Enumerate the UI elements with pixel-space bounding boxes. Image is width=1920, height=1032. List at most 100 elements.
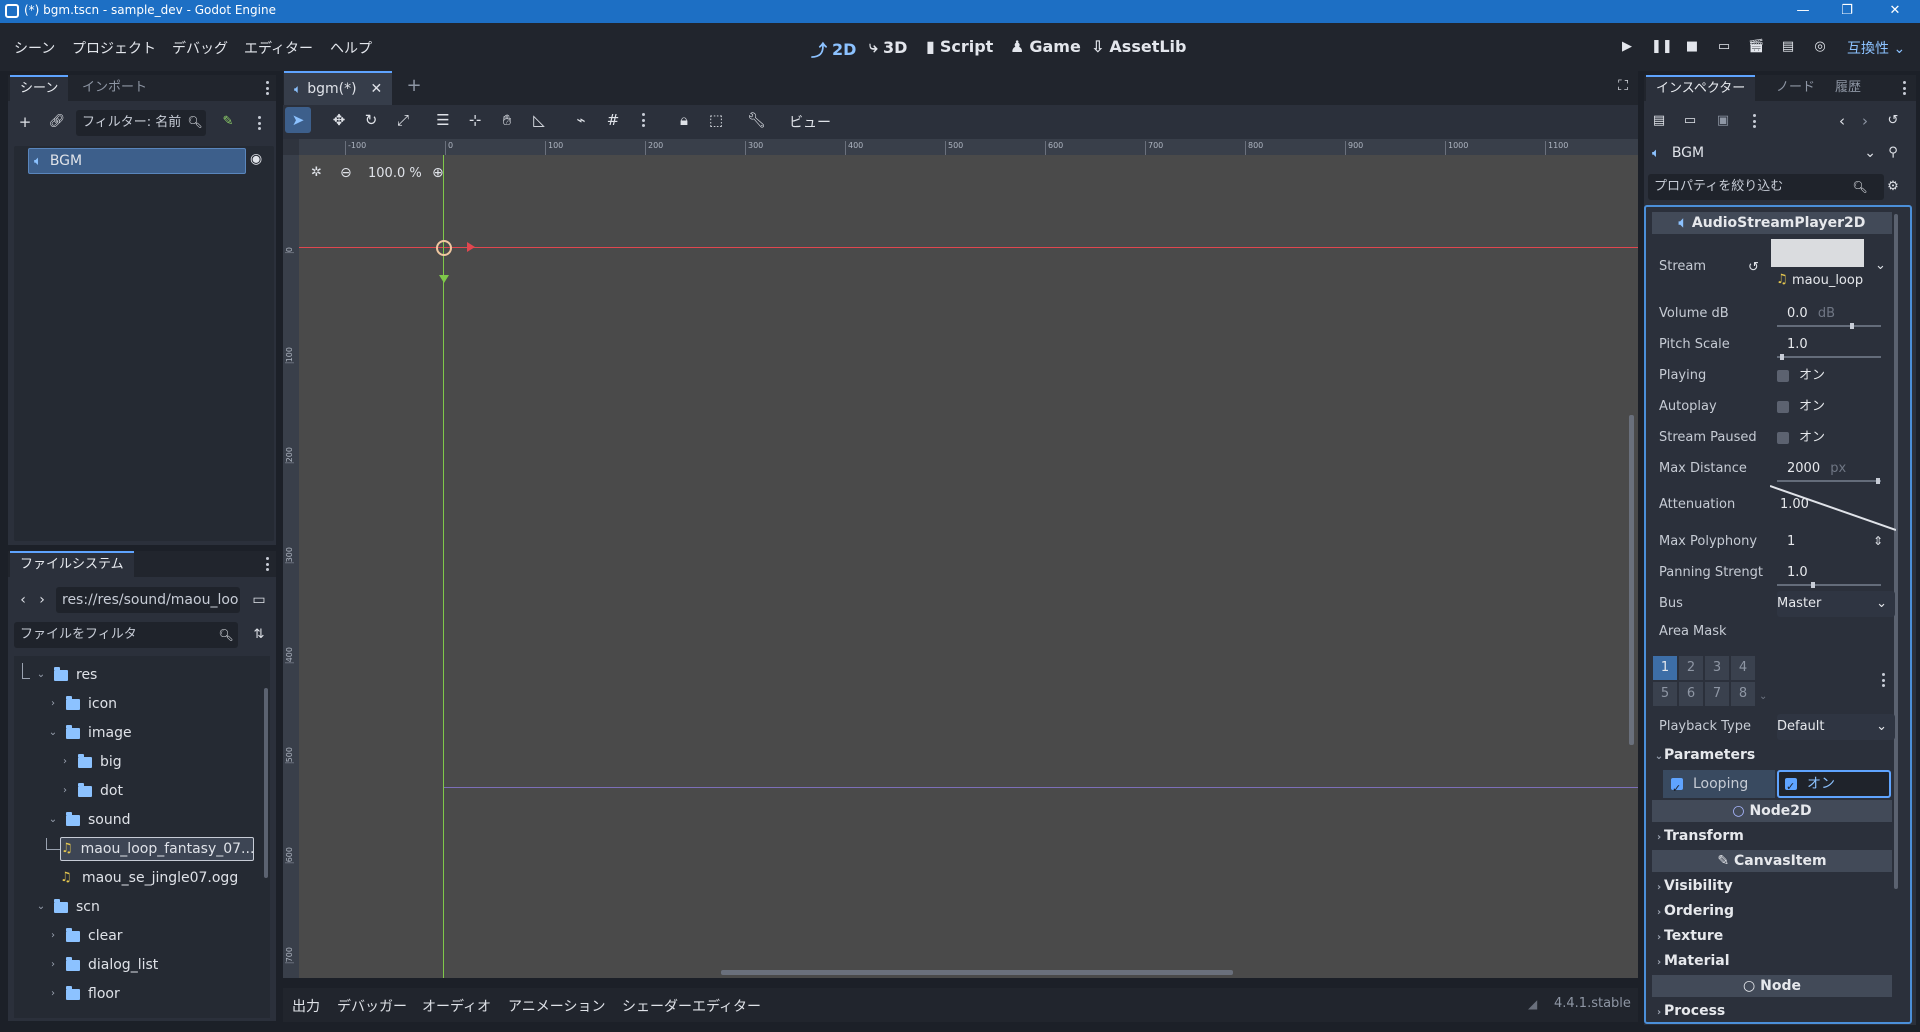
group-icon[interactable]: ⬚ xyxy=(707,111,725,129)
view-menu[interactable]: ビュー xyxy=(789,112,831,132)
panning-slider[interactable] xyxy=(1777,582,1881,588)
restore-button[interactable]: ❐ xyxy=(1827,0,1867,23)
tab-inspector[interactable]: インスペクター xyxy=(1646,75,1756,101)
filesystem-dock-menu-icon[interactable] xyxy=(266,557,270,571)
slider-grabber[interactable] xyxy=(1780,354,1785,360)
split-view-icon[interactable]: ▭ xyxy=(250,591,268,609)
section-transform[interactable]: › Transform xyxy=(1654,825,1892,847)
menu-project[interactable]: プロジェクト xyxy=(72,38,156,58)
section-process[interactable]: › Process xyxy=(1654,1000,1892,1022)
scene-dock-menu-icon[interactable] xyxy=(266,81,270,95)
area-mask-layer-5[interactable]: 5 xyxy=(1653,682,1677,706)
tab-output[interactable]: 出力 xyxy=(292,996,320,1016)
inspected-object-select[interactable]: 🔈︎ BGM ⌄ xyxy=(1648,140,1882,166)
property-filter-input[interactable]: プロパティを絞り込む xyxy=(1648,174,1884,200)
grid-snap-icon[interactable]: # xyxy=(604,111,622,129)
history-forward-icon[interactable]: › xyxy=(1856,112,1874,130)
chevron-right-icon[interactable]: › xyxy=(48,982,58,1006)
play-scene-icon[interactable]: 🎬︎ xyxy=(1748,39,1765,55)
looping-property[interactable]: Looping xyxy=(1663,770,1775,803)
select-tool-icon[interactable]: ➤ xyxy=(289,111,307,129)
section-ordering[interactable]: › Ordering xyxy=(1654,900,1892,922)
playing-checkbox[interactable]: オン xyxy=(1777,363,1895,389)
chevron-down-icon[interactable]: ⌄ xyxy=(36,895,46,919)
max-distance-slider[interactable] xyxy=(1777,478,1881,484)
pan-tool-icon[interactable]: ✋︎ xyxy=(498,111,516,129)
pause-icon[interactable]: ❚❚ xyxy=(1651,39,1673,55)
area-mask-layer-6[interactable]: 6 xyxy=(1679,682,1703,706)
object-params-icon[interactable]: ⚲ xyxy=(1884,144,1902,162)
looping-checkbox[interactable]: オン xyxy=(1777,770,1891,799)
x-gizmo-arrow[interactable] xyxy=(467,242,475,252)
visibility-eye-icon[interactable]: ◉ xyxy=(250,151,262,167)
scene-node-bgm[interactable]: 🔈︎ BGM xyxy=(28,148,246,174)
chevron-right-icon[interactable]: › xyxy=(48,953,58,977)
menu-help[interactable]: ヘルプ xyxy=(330,38,372,58)
chevron-right-icon[interactable]: › xyxy=(60,750,70,774)
move-tool-icon[interactable]: ✥ xyxy=(330,111,348,129)
rotate-tool-icon[interactable]: ↻ xyxy=(362,111,380,129)
chevron-right-icon[interactable]: › xyxy=(48,924,58,948)
link-icon[interactable]: 🔗︎ xyxy=(48,113,66,131)
menu-debug[interactable]: デバッグ xyxy=(172,38,228,58)
tab-node[interactable]: ノード xyxy=(1766,75,1825,101)
stop-icon[interactable]: ■ xyxy=(1684,39,1700,55)
lock-icon[interactable]: 🔒︎ xyxy=(675,111,693,129)
zoom-level[interactable]: 100.0 % xyxy=(368,166,422,181)
add-node-icon[interactable]: + xyxy=(16,113,34,131)
stream-resource-field[interactable]: ♫ maou_loop xyxy=(1776,271,1863,289)
skeleton-icon[interactable]: 🔧︎ xyxy=(747,111,766,129)
revert-icon[interactable]: ↺ xyxy=(1748,260,1759,275)
file-tree-scrollbar[interactable] xyxy=(264,688,268,878)
menu-editor[interactable]: エディター xyxy=(244,38,313,58)
inspector-dock-menu-icon[interactable] xyxy=(1903,81,1907,95)
slider-grabber[interactable] xyxy=(1811,582,1816,588)
scene-options-icon[interactable] xyxy=(258,116,262,130)
save-resource-icon[interactable]: ▣ xyxy=(1714,112,1732,130)
ruler-tool-icon[interactable]: ◺ xyxy=(530,111,548,129)
scene-tab-bgm[interactable]: 🔈︎ bgm(*) ✕ xyxy=(284,71,392,105)
tab-import[interactable]: インポート xyxy=(72,75,157,101)
new-resource-icon[interactable]: ▤ xyxy=(1650,112,1668,130)
stream-paused-checkbox[interactable]: オン xyxy=(1777,425,1895,451)
pitch-slider[interactable] xyxy=(1777,354,1881,360)
pitch-scale-field[interactable]: 1.0 xyxy=(1777,332,1895,358)
renderer-select[interactable]: 互換性 ⌄ xyxy=(1847,38,1905,58)
section-parameters[interactable]: ⌄Parameters xyxy=(1654,744,1892,766)
workspace-2d[interactable]: ⤴ 2D xyxy=(811,37,856,61)
section-visibility[interactable]: › Visibility xyxy=(1654,875,1892,897)
stream-dropdown-icon[interactable]: ⌄ xyxy=(1875,258,1886,273)
snap-options-icon[interactable] xyxy=(642,113,646,127)
section-texture[interactable]: › Texture xyxy=(1654,925,1892,947)
area-mask-layer-3[interactable]: 3 xyxy=(1705,656,1729,680)
play-icon[interactable]: ▶ xyxy=(1619,39,1635,55)
minimize-button[interactable]: — xyxy=(1783,0,1823,23)
menu-scene[interactable]: シーン xyxy=(14,38,55,58)
history-back-icon[interactable]: ‹ xyxy=(1833,112,1851,130)
property-options-icon[interactable]: ⚙ xyxy=(1884,178,1902,196)
tab-debugger[interactable]: デバッガー xyxy=(337,996,407,1016)
resource-options-icon[interactable] xyxy=(1753,114,1757,128)
tab-history[interactable]: 履歴 xyxy=(1825,75,1871,101)
bus-select[interactable]: Master ⌄ xyxy=(1777,591,1895,617)
slider-grabber[interactable] xyxy=(1849,323,1854,329)
slider-grabber[interactable] xyxy=(1875,478,1880,484)
workspace-script[interactable]: ▮ Script xyxy=(926,37,993,56)
object-history-icon[interactable]: ↺ xyxy=(1884,112,1902,130)
autoplay-checkbox[interactable]: オン xyxy=(1777,394,1895,420)
chevron-right-icon[interactable]: › xyxy=(60,779,70,803)
tab-animation[interactable]: アニメーション xyxy=(508,996,605,1016)
canvas-viewport[interactable]: ✲ ⊖ 100.0 % ⊕ xyxy=(299,155,1638,978)
section-material[interactable]: › Material xyxy=(1654,950,1892,972)
new-tab-icon[interactable]: + xyxy=(405,77,423,95)
file-filter-input[interactable]: ファイルをフィルタ xyxy=(14,622,238,648)
area-mask-menu-icon[interactable] xyxy=(1882,673,1886,687)
workspace-assetlib[interactable]: ⇩ AssetLib xyxy=(1091,37,1186,56)
distraction-free-icon[interactable]: ⛶ xyxy=(1614,77,1632,95)
chevron-right-icon[interactable]: › xyxy=(48,692,58,716)
filesystem-path-field[interactable]: res://res/sound/maou_loo xyxy=(56,587,240,613)
sort-icon[interactable]: ⇅ xyxy=(250,626,268,644)
open-resource-icon[interactable]: ▭ xyxy=(1681,112,1699,130)
tab-scene[interactable]: シーン xyxy=(10,75,69,101)
movie-maker-icon[interactable]: ◎ xyxy=(1812,39,1828,55)
